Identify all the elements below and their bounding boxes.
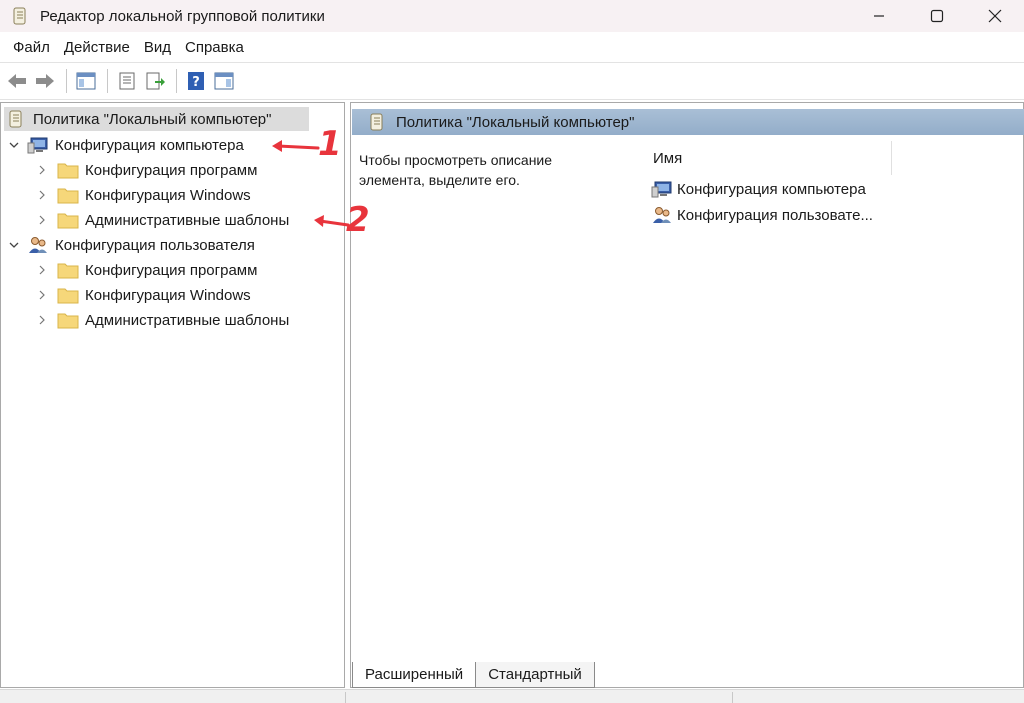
users-icon: [653, 207, 671, 223]
tree-item-label: Конфигурация Windows: [85, 186, 251, 204]
show-hide-tree-button[interactable]: [73, 68, 99, 94]
folder-icon: [57, 263, 79, 279]
list-item-label: Конфигурация пользовате...: [677, 206, 873, 224]
computer-icon: [651, 181, 672, 198]
show-hide-tree-icon: [76, 72, 96, 90]
tree-item-label: Административные шаблоны: [85, 211, 290, 229]
chevron-down-icon[interactable]: [7, 238, 21, 252]
tree-item-label: Конфигурация программ: [85, 161, 258, 179]
folder-icon: [57, 288, 79, 304]
properties-button[interactable]: [114, 68, 140, 94]
help-icon: ?: [188, 72, 204, 90]
details-header-title: Политика "Локальный компьютер": [396, 113, 635, 131]
menu-view[interactable]: Вид: [137, 39, 178, 56]
tree-item-user-config[interactable]: Конфигурация пользователя: [7, 233, 255, 257]
policy-scroll-icon: [9, 110, 22, 128]
chevron-right-icon[interactable]: [35, 188, 49, 202]
show-hide-action-pane-icon: [214, 72, 234, 90]
computer-icon: [27, 137, 48, 154]
chevron-right-icon[interactable]: [35, 163, 49, 177]
list-item-label: Конфигурация компьютера: [677, 180, 866, 198]
toolbar-separator: [176, 69, 177, 93]
maximize-button[interactable]: [908, 0, 966, 32]
tab-standard[interactable]: Стандартный: [475, 662, 595, 688]
tree-item-computer-config[interactable]: Конфигурация компьютера: [7, 133, 244, 157]
users-icon: [29, 237, 47, 253]
tree-item-label: Административные шаблоны: [85, 311, 290, 329]
tree-item-label: Конфигурация программ: [85, 261, 258, 279]
chevron-down-icon[interactable]: [7, 138, 21, 152]
tree-item-user-windows[interactable]: Конфигурация Windows: [35, 283, 251, 307]
forward-button[interactable]: [32, 68, 58, 94]
menu-file[interactable]: Файл: [6, 39, 57, 56]
details-header: Политика "Локальный компьютер": [352, 109, 1024, 135]
tree-item-computer-admin-templates[interactable]: Административные шаблоны: [35, 208, 289, 232]
minimize-button[interactable]: [850, 0, 908, 32]
list-item-user-config[interactable]: Конфигурация пользовате...: [651, 204, 873, 226]
tree-item-root[interactable]: Политика "Локальный компьютер": [4, 107, 309, 131]
list-item-computer-config[interactable]: Конфигурация компьютера: [651, 178, 866, 200]
column-separator[interactable]: [891, 141, 892, 175]
tab-extended[interactable]: Расширенный: [352, 662, 477, 688]
menu-action[interactable]: Действие: [57, 39, 137, 56]
help-button[interactable]: ?: [183, 68, 209, 94]
status-divider: [732, 692, 733, 703]
tree-item-label: Конфигурация пользователя: [55, 236, 255, 254]
tree-item-user-software[interactable]: Конфигурация программ: [35, 258, 257, 282]
toolbar-separator: [66, 69, 67, 93]
folder-icon: [57, 213, 79, 229]
status-divider: [345, 692, 346, 703]
minimize-icon: [874, 15, 884, 17]
folder-icon: [57, 188, 79, 204]
tree-item-label: Конфигурация Windows: [85, 286, 251, 304]
show-hide-action-pane-button[interactable]: [211, 68, 237, 94]
chevron-right-icon[interactable]: [35, 288, 49, 302]
annotation-arrow-1: [272, 140, 320, 152]
console-tree: Политика "Локальный компьютер" Конфигура…: [0, 102, 345, 688]
tree-item-computer-software[interactable]: Конфигурация программ: [35, 158, 257, 182]
chevron-right-icon[interactable]: [35, 313, 49, 327]
policy-scroll-icon: [13, 7, 26, 25]
title-bar: Редактор локальной групповой политики: [0, 0, 1024, 32]
annotation-number-1: 1: [318, 124, 342, 164]
export-list-icon: [146, 72, 165, 90]
back-button[interactable]: [4, 68, 30, 94]
details-pane: Политика "Локальный компьютер" Чтобы про…: [350, 102, 1024, 688]
window-title: Редактор локальной групповой политики: [40, 7, 325, 25]
forward-icon: [36, 74, 54, 88]
details-description: Чтобы просмотреть описание элемента, выд…: [359, 152, 553, 188]
tree-item-label: Конфигурация компьютера: [55, 136, 244, 154]
toolbar-separator: [107, 69, 108, 93]
svg-text:?: ?: [192, 75, 200, 90]
close-icon: [988, 9, 1002, 23]
chevron-right-icon[interactable]: [35, 213, 49, 227]
export-list-button[interactable]: [142, 68, 168, 94]
tree-item-computer-windows[interactable]: Конфигурация Windows: [35, 183, 251, 207]
chevron-right-icon[interactable]: [35, 263, 49, 277]
annotation-number-2: 2: [346, 200, 370, 240]
status-bar: [0, 689, 1024, 703]
menu-help[interactable]: Справка: [178, 39, 251, 56]
column-header-name[interactable]: Имя: [653, 150, 682, 167]
annotation-arrow-2: [314, 215, 350, 227]
folder-icon: [57, 313, 79, 329]
policy-scroll-icon: [370, 113, 383, 131]
folder-icon: [57, 163, 79, 179]
view-tabs: Расширенный Стандартный: [352, 662, 595, 688]
back-icon: [8, 74, 26, 88]
tree-item-user-admin-templates[interactable]: Административные шаблоны: [35, 308, 289, 332]
close-button[interactable]: [966, 0, 1024, 32]
maximize-icon: [930, 9, 944, 23]
tree-item-label: Политика "Локальный компьютер": [33, 110, 272, 128]
menu-bar: Файл Действие Вид Справка: [0, 32, 1024, 62]
toolbar: ?: [0, 62, 1024, 100]
properties-icon: [119, 72, 135, 90]
